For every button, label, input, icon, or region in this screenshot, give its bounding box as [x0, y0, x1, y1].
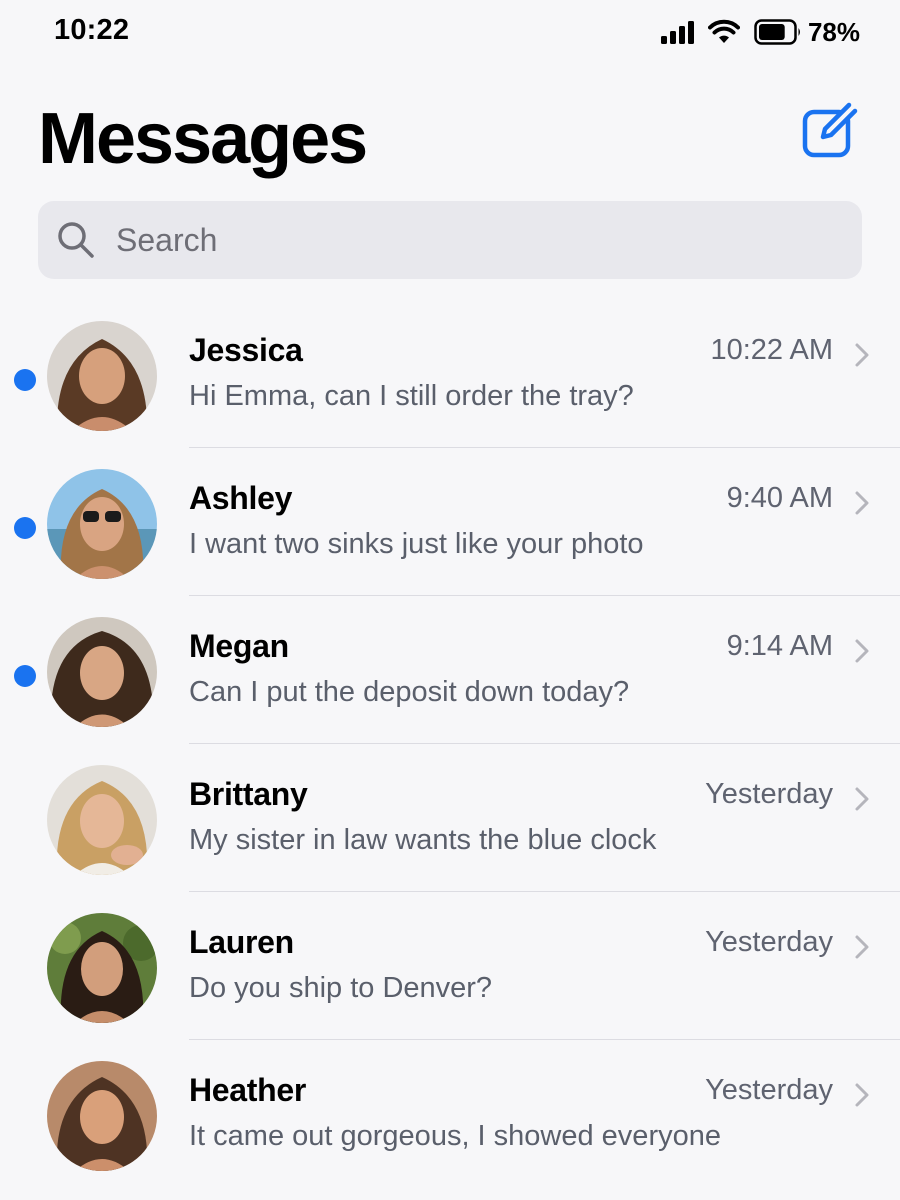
message-preview: Hi Emma, can I still order the tray?: [189, 380, 634, 412]
status-time: 10:22: [54, 14, 130, 46]
search-bar[interactable]: [38, 201, 862, 279]
unread-indicator: [14, 517, 36, 539]
battery-percent: 78%: [807, 16, 860, 47]
message-time: Yesterday: [705, 926, 833, 958]
unread-indicator: [14, 369, 36, 391]
message-preview: My sister in law wants the blue clock: [189, 824, 657, 856]
chevron-right-icon: [855, 639, 869, 663]
avatar: [47, 617, 157, 727]
battery-icon: [754, 19, 800, 45]
avatar: [47, 913, 157, 1023]
contact-name: Ashley: [189, 480, 293, 516]
wifi-icon: [707, 19, 740, 43]
conversation-row-heather[interactable]: Heather Yesterday It came out gorgeous, …: [0, 1040, 900, 1188]
message-preview: I want two sinks just like your photo: [189, 528, 644, 560]
conversation-row-ashley[interactable]: Ashley 9:40 AM I want two sinks just lik…: [0, 448, 900, 596]
battery-indicator: 78%: [754, 17, 860, 48]
message-time: Yesterday: [705, 1074, 833, 1106]
message-time: 9:14 AM: [726, 630, 833, 662]
message-time: 9:40 AM: [726, 482, 833, 514]
message-preview: Can I put the deposit down today?: [189, 676, 630, 708]
contact-name: Lauren: [189, 924, 294, 960]
conversation-row-jessica[interactable]: Jessica 10:22 AM Hi Emma, can I still or…: [0, 300, 900, 448]
avatar: [47, 1061, 157, 1171]
avatar: [47, 321, 157, 431]
status-bar: 10:22 78%: [0, 0, 900, 64]
conversation-row-megan[interactable]: Megan 9:14 AM Can I put the deposit down…: [0, 596, 900, 744]
conversation-row-brittany[interactable]: Brittany Yesterday My sister in law want…: [0, 744, 900, 892]
contact-name: Megan: [189, 628, 289, 664]
avatar: [47, 765, 157, 875]
avatar: [47, 469, 157, 579]
conversation-row-lauren[interactable]: Lauren Yesterday Do you ship to Denver?: [0, 892, 900, 1040]
compose-icon[interactable]: [800, 100, 860, 160]
unread-indicator: [14, 665, 36, 687]
search-input[interactable]: [116, 221, 756, 259]
chevron-right-icon: [855, 935, 869, 959]
contact-name: Jessica: [189, 332, 303, 368]
contact-name: Brittany: [189, 776, 308, 812]
chevron-right-icon: [855, 787, 869, 811]
message-time: 10:22 AM: [710, 334, 833, 366]
conversation-list: Jessica 10:22 AM Hi Emma, can I still or…: [0, 300, 900, 1188]
message-preview: Do you ship to Denver?: [189, 972, 493, 1004]
header: Messages: [0, 80, 900, 190]
message-preview: It came out gorgeous, I showed everyone: [189, 1120, 721, 1152]
chevron-right-icon: [855, 343, 869, 367]
chevron-right-icon: [855, 491, 869, 515]
page-title: Messages: [38, 99, 368, 179]
status-indicators: 78%: [660, 16, 860, 48]
chevron-right-icon: [855, 1083, 869, 1107]
contact-name: Heather: [189, 1072, 307, 1108]
search-icon: [58, 222, 94, 258]
cellular-signal-icon: [660, 20, 694, 44]
message-time: Yesterday: [705, 778, 833, 810]
